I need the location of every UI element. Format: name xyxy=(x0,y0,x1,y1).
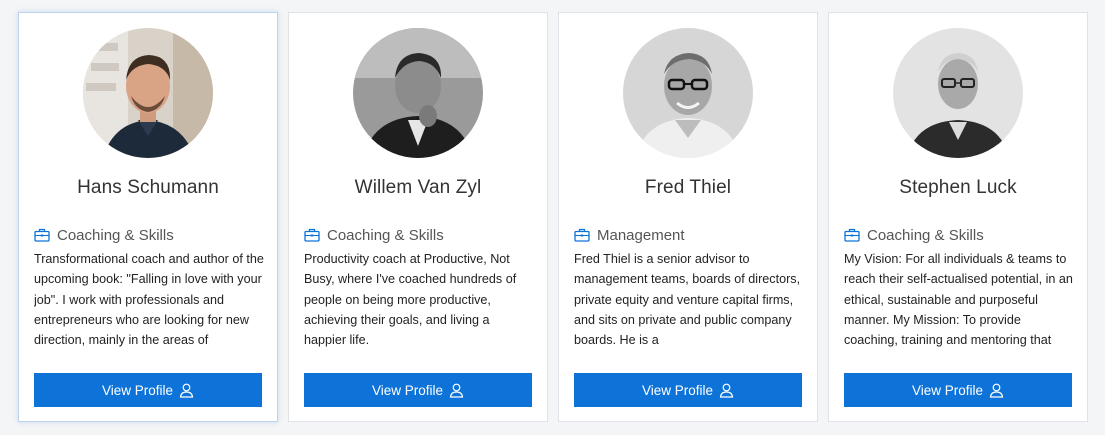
user-icon xyxy=(449,383,464,398)
view-profile-label: View Profile xyxy=(641,382,714,398)
coach-avatar[interactable] xyxy=(353,28,483,158)
view-profile-button[interactable]: View Profile xyxy=(574,373,802,407)
briefcase-icon xyxy=(574,228,590,242)
coach-description: Fred Thiel is a senior advisor to manage… xyxy=(574,252,801,348)
coach-description: Transformational coach and author of the… xyxy=(34,252,264,348)
coach-card[interactable]: Hans Schumann Coaching & Skills Transfor… xyxy=(18,12,278,422)
coach-category-label: Management xyxy=(597,226,685,244)
briefcase-icon xyxy=(304,228,320,242)
view-profile-label: View Profile xyxy=(911,382,984,398)
coach-avatar[interactable] xyxy=(83,28,213,158)
view-profile-button[interactable]: View Profile xyxy=(304,373,532,407)
briefcase-icon xyxy=(844,228,860,242)
view-profile-label: View Profile xyxy=(371,382,444,398)
coach-name[interactable]: Stephen Luck xyxy=(829,177,1087,199)
coach-card[interactable]: Stephen Luck Coaching & Skills My Vision… xyxy=(828,12,1088,422)
coach-description: Productivity coach at Productive, Not Bu… xyxy=(304,252,517,348)
coach-name[interactable]: Willem Van Zyl xyxy=(289,177,547,199)
coach-description: My Vision: For all individuals & teams t… xyxy=(844,252,1073,348)
coach-photo xyxy=(623,28,753,158)
coach-card[interactable]: Willem Van Zyl Coaching & Skills Product… xyxy=(288,12,548,422)
coach-avatar[interactable] xyxy=(893,28,1023,158)
user-icon xyxy=(179,383,194,398)
view-profile-button[interactable]: View Profile xyxy=(34,373,262,407)
coach-category: Management xyxy=(574,225,807,245)
coach-category-label: Coaching & Skills xyxy=(867,226,984,244)
coach-name[interactable]: Fred Thiel xyxy=(559,177,817,199)
coach-name[interactable]: Hans Schumann xyxy=(19,177,277,199)
coach-category: Coaching & Skills xyxy=(844,225,1077,245)
user-icon xyxy=(989,383,1004,398)
coach-photo xyxy=(353,28,483,158)
coach-card[interactable]: Fred Thiel Management Fred Thiel is a se… xyxy=(558,12,818,422)
coach-avatar[interactable] xyxy=(623,28,753,158)
user-icon xyxy=(719,383,734,398)
coach-category-label: Coaching & Skills xyxy=(327,226,444,244)
view-profile-label: View Profile xyxy=(101,382,174,398)
coach-photo xyxy=(83,28,213,158)
coach-category-label: Coaching & Skills xyxy=(57,226,174,244)
coach-category: Coaching & Skills xyxy=(304,225,537,245)
briefcase-icon xyxy=(34,228,50,242)
coach-card-grid: Hans Schumann Coaching & Skills Transfor… xyxy=(0,0,1105,435)
view-profile-button[interactable]: View Profile xyxy=(844,373,1072,407)
coach-category: Coaching & Skills xyxy=(34,225,267,245)
coach-photo xyxy=(893,28,1023,158)
